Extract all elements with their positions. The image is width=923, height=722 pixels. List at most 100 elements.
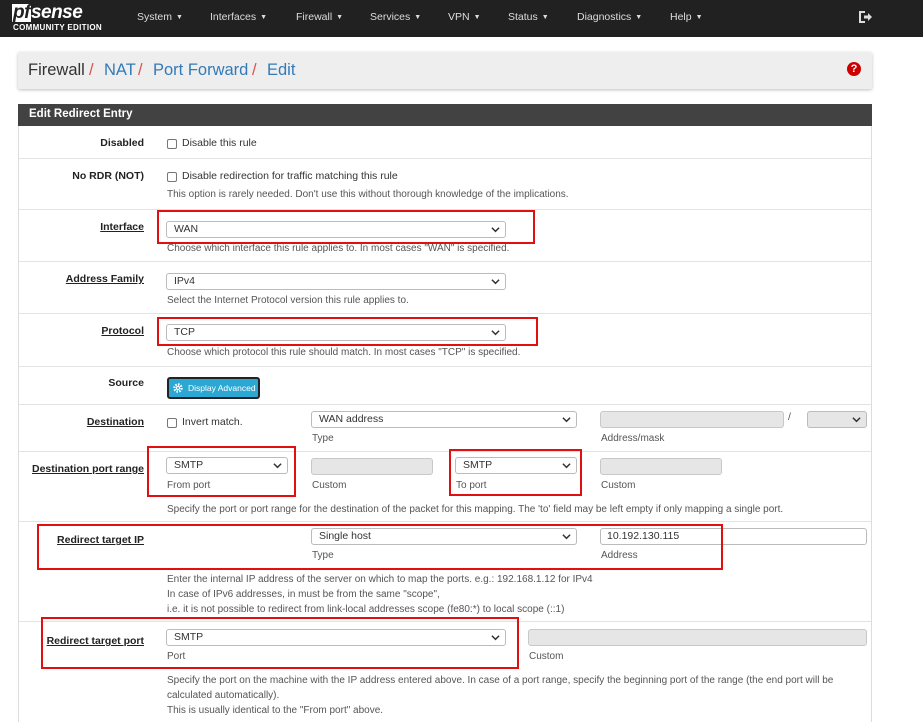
caret-down-icon: ▼ <box>176 14 183 21</box>
nav-vpn[interactable]: VPN ▼ <box>448 11 481 23</box>
caret-down-icon: ▼ <box>473 14 481 21</box>
destination-type-caption: Type <box>312 433 334 444</box>
sign-out-icon[interactable] <box>857 9 873 25</box>
logo-subtitle: COMMUNITY EDITION <box>13 23 102 32</box>
redirect-port-custom-caption: Custom <box>529 651 564 662</box>
nav-status[interactable]: Status ▼ <box>508 11 549 23</box>
to-custom-caption: Custom <box>601 480 636 491</box>
destination-label: Destination <box>86 416 144 428</box>
source-label: Source <box>108 377 144 389</box>
chevron-down-icon <box>562 463 571 469</box>
nav-diagnostics-label: Diagnostics <box>577 11 632 23</box>
row-divider <box>19 261 871 262</box>
row-divider <box>19 366 871 367</box>
protocol-select[interactable]: TCP <box>166 324 506 341</box>
redirect-ip-help-2: In case of IPv6 addresses, in must be fr… <box>167 589 440 600</box>
row-divider <box>19 521 871 522</box>
breadcrumb-separator: / <box>89 61 94 79</box>
redirect-port-custom-input[interactable] <box>528 629 867 646</box>
nav-diagnostics[interactable]: Diagnostics ▼ <box>577 11 642 23</box>
redirect-port-help-3: This is usually identical to the "From p… <box>167 705 384 716</box>
breadcrumb-nat[interactable]: NAT <box>104 61 136 80</box>
panel-heading: Edit Redirect Entry <box>18 104 872 126</box>
redirect-ip-address-value: 10.192.130.115 <box>607 530 680 542</box>
nav-firewall[interactable]: Firewall ▼ <box>296 11 343 23</box>
nordr-label: No RDR (NOT) <box>72 170 144 182</box>
redirect-port-value: SMTP <box>174 631 204 643</box>
disable-rule-checkbox[interactable] <box>167 139 177 149</box>
redirect-ip-type-select[interactable]: Single host <box>311 528 577 545</box>
to-port-caption: To port <box>456 480 487 491</box>
chevron-down-icon <box>562 534 571 540</box>
address-family-label: Address Family <box>65 273 144 285</box>
logo-brand-pf: pf <box>12 2 31 23</box>
chevron-down-icon <box>273 463 282 469</box>
breadcrumb-separator: / <box>252 61 257 79</box>
redirect-target-port-label: Redirect target port <box>46 635 144 647</box>
display-advanced-button[interactable]: Display Advanced <box>167 377 260 399</box>
interface-label: Interface <box>100 221 144 233</box>
dest-port-from-custom-input[interactable] <box>311 458 433 475</box>
row-divider <box>19 158 871 159</box>
nav-status-label: Status <box>508 11 538 23</box>
redirect-target-ip-label: Redirect target IP <box>57 534 144 546</box>
dest-port-to-custom-input[interactable] <box>600 458 722 475</box>
protocol-select-value: TCP <box>174 326 195 338</box>
from-port-caption: From port <box>167 480 211 491</box>
protocol-label: Protocol <box>101 325 144 337</box>
invert-match-checkbox[interactable] <box>167 418 177 428</box>
logo-brand-sense: sense <box>30 2 83 23</box>
address-family-select[interactable]: IPv4 <box>166 273 506 290</box>
nav-help-label: Help <box>670 11 692 23</box>
caret-down-icon: ▼ <box>695 14 703 21</box>
nav-services[interactable]: Services ▼ <box>370 11 421 23</box>
redirect-ip-address-input[interactable]: 10.192.130.115 <box>600 528 867 545</box>
pfsense-logo[interactable]: pfsense COMMUNITY EDITION <box>12 2 120 34</box>
address-family-select-value: IPv4 <box>174 275 196 287</box>
display-advanced-label: Display Advanced <box>188 383 256 393</box>
nordr-help: This option is rarely needed. Don't use … <box>167 189 569 200</box>
nordr-checkbox[interactable] <box>167 172 177 182</box>
row-divider <box>19 621 871 622</box>
chevron-down-icon <box>852 417 861 423</box>
chevron-down-icon <box>491 635 500 641</box>
nav-interfaces-label: Interfaces <box>210 11 257 23</box>
dest-port-to-select[interactable]: SMTP <box>455 457 577 474</box>
redirect-port-caption: Port <box>167 651 186 662</box>
redirect-port-help-2: calculated automatically). <box>167 690 280 701</box>
caret-down-icon: ▼ <box>414 14 422 21</box>
dest-port-from-value: SMTP <box>174 459 204 471</box>
row-divider <box>19 313 871 314</box>
row-divider <box>19 404 871 405</box>
nav-system[interactable]: System ▼ <box>137 11 183 23</box>
destination-address-input[interactable] <box>600 411 784 428</box>
gear-icon <box>173 383 183 393</box>
dest-port-to-value: SMTP <box>463 459 493 471</box>
interface-help: Choose which interface this rule applies… <box>167 243 510 254</box>
question-circle-icon[interactable]: ? <box>847 62 861 76</box>
breadcrumb: Firewall / NAT / Port Forward / Edit ? <box>18 52 872 89</box>
dest-port-from-select[interactable]: SMTP <box>166 457 288 474</box>
invert-match-text: Invert match. <box>182 416 243 428</box>
nav-help[interactable]: Help ▼ <box>670 11 703 23</box>
panel-title: Edit Redirect Entry <box>29 108 133 120</box>
caret-down-icon: ▼ <box>260 14 268 21</box>
breadcrumb-port-forward[interactable]: Port Forward <box>153 61 248 80</box>
logo-brand: pfsense <box>12 2 83 23</box>
dest-port-help: Specify the port or port range for the d… <box>167 504 784 515</box>
redirect-ip-address-caption: Address <box>601 550 638 561</box>
disable-rule-text: Disable this rule <box>182 137 257 149</box>
destination-mask-select[interactable] <box>807 411 867 428</box>
breadcrumb-edit[interactable]: Edit <box>267 61 295 80</box>
nav-interfaces[interactable]: Interfaces ▼ <box>210 11 267 23</box>
redirect-ip-help-3: i.e. it is not possible to redirect from… <box>167 604 565 615</box>
redirect-port-help-1: Specify the port on the machine with the… <box>167 675 834 686</box>
interface-select-value: WAN <box>174 223 199 235</box>
caret-down-icon: ▼ <box>541 14 549 21</box>
interface-select[interactable]: WAN <box>166 221 506 238</box>
nav-vpn-label: VPN <box>448 11 470 23</box>
destination-type-select[interactable]: WAN address <box>311 411 577 428</box>
top-navbar: pfsense COMMUNITY EDITION System ▼ Interf… <box>0 0 923 37</box>
redirect-port-select[interactable]: SMTP <box>166 629 506 646</box>
destination-type-value: WAN address <box>319 413 384 425</box>
